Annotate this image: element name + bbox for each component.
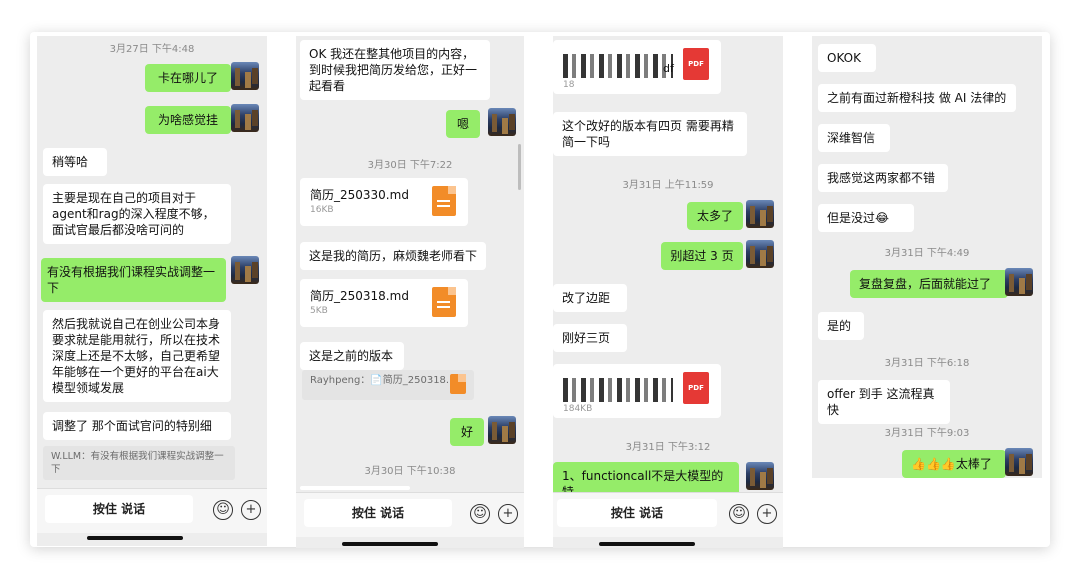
avatar[interactable] bbox=[488, 416, 516, 444]
input-bar: 按住 说话 ☺ + bbox=[37, 488, 267, 533]
message-bubble-received: 主要是现在自己的项目对于agent和rag的深入程度不够，面试官最后都没啥可问的 bbox=[43, 184, 231, 244]
avatar[interactable] bbox=[746, 462, 774, 490]
message-bubble-received: 改了边距 bbox=[553, 284, 627, 312]
redacted-filename bbox=[563, 54, 673, 78]
hold-to-talk-button[interactable]: 按住 说话 bbox=[45, 495, 193, 523]
chat-panel-2: OK 我还在整其他项目的内容，到时候我把简历发给您，正好一起看看 嗯 3月30日… bbox=[296, 36, 524, 548]
message-bubble-received: 但是没过😂 bbox=[818, 204, 914, 232]
timestamp: 3月31日 上午11:59 bbox=[622, 180, 714, 191]
avatar[interactable] bbox=[1005, 268, 1033, 296]
chat-panel-3: df 18 PDF 这个改好的版本有四页 需要再精简一下吗 3月31日 上午11… bbox=[553, 36, 783, 548]
avatar[interactable] bbox=[746, 200, 774, 228]
emoji-icon[interactable]: ☺ bbox=[729, 504, 749, 524]
message-bubble-received: OKOK bbox=[818, 44, 876, 72]
message-bubble-received: 是的 bbox=[818, 312, 864, 340]
redacted-filename bbox=[563, 378, 673, 402]
timestamp: 3月30日 下午7:22 bbox=[367, 160, 453, 171]
message-bubble-received: 深维智信 bbox=[818, 124, 890, 152]
timestamp: 3月31日 下午6:18 bbox=[884, 358, 970, 369]
file-message[interactable]: 简历_250318.md 5KB bbox=[300, 279, 468, 327]
file-size: 184KB bbox=[563, 404, 593, 414]
file-message[interactable]: 简历_250330.md 16KB bbox=[300, 178, 468, 226]
home-indicator bbox=[342, 542, 438, 546]
home-indicator bbox=[599, 542, 695, 546]
message-bubble-received: offer 到手 这流程真快 bbox=[818, 380, 950, 424]
pdf-file-message[interactable]: 184KB PDF bbox=[553, 364, 721, 418]
avatar[interactable] bbox=[231, 62, 259, 90]
avatar[interactable] bbox=[488, 108, 516, 136]
message-bubble-sent: 太多了 bbox=[687, 202, 743, 230]
message-bubble-received: 之前有面过新橙科技 做 AI 法律的 bbox=[818, 84, 1016, 112]
chat-panel-1: 3月27日 下午4:48 卡在哪儿了 为啥感觉挂 稍等哈 主要是现在自己的项目对… bbox=[37, 36, 267, 546]
file-name-fragment: df bbox=[663, 62, 674, 75]
message-bubble-sent: 有没有根据我们课程实战调整一下 bbox=[41, 258, 226, 302]
timestamp: 3月31日 下午4:49 bbox=[884, 248, 970, 259]
message-bubble-received: 刚好三页 bbox=[553, 324, 627, 352]
hold-to-talk-button[interactable]: 按住 说话 bbox=[304, 499, 452, 527]
message-bubble-received: 我感觉这两家都不错 bbox=[818, 164, 948, 192]
pdf-icon: PDF bbox=[683, 372, 709, 404]
message-bubble-sent: 👍👍👍太棒了 bbox=[902, 450, 1006, 478]
avatar[interactable] bbox=[1005, 448, 1033, 476]
pdf-file-message[interactable]: df 18 PDF bbox=[553, 40, 721, 94]
document-icon bbox=[432, 287, 456, 317]
avatar[interactable] bbox=[231, 104, 259, 132]
file-size: 18 bbox=[563, 80, 575, 90]
home-indicator bbox=[87, 536, 183, 540]
message-bubble-received bbox=[300, 486, 410, 490]
timestamp: 3月31日 下午3:12 bbox=[625, 442, 711, 453]
document-icon bbox=[450, 374, 466, 394]
message-bubble-received: 稍等哈 bbox=[43, 148, 107, 176]
quoted-message: Rayhpeng：📄简历_250318.md bbox=[302, 370, 474, 400]
input-bar: 按住 说话 ☺ + bbox=[553, 492, 783, 537]
file-size: 5KB bbox=[310, 306, 328, 316]
message-bubble-received: 这个改好的版本有四页 需要再精简一下吗 bbox=[553, 112, 747, 156]
message-bubble-received: OK 我还在整其他项目的内容，到时候我把简历发给您，正好一起看看 bbox=[300, 40, 490, 100]
file-name: 简历_250330.md bbox=[310, 188, 409, 202]
message-bubble-sent: 卡在哪儿了 bbox=[145, 64, 231, 92]
avatar[interactable] bbox=[746, 240, 774, 268]
plus-icon[interactable]: + bbox=[498, 504, 518, 524]
message-bubble-received: 然后我就说自己在创业公司本身要求就是能用就行，所以在技术深度上还是不太够，自己更… bbox=[43, 310, 231, 402]
file-name: 简历_250318.md bbox=[310, 289, 409, 303]
timestamp: 3月30日 下午10:38 bbox=[364, 466, 456, 477]
timestamp: 3月31日 下午9:03 bbox=[884, 428, 970, 439]
plus-icon[interactable]: + bbox=[757, 504, 777, 524]
message-bubble-received: 这是我的简历，麻烦魏老师看下 bbox=[300, 242, 486, 270]
message-bubble-sent: 好 bbox=[450, 418, 484, 446]
avatar[interactable] bbox=[231, 256, 259, 284]
document-icon bbox=[432, 186, 456, 216]
message-bubble-received: 这是之前的版本 bbox=[300, 342, 404, 370]
message-bubble-sent: 为啥感觉挂 bbox=[145, 106, 231, 134]
message-bubble-sent: 别超过 3 页 bbox=[661, 242, 743, 270]
emoji-icon[interactable]: ☺ bbox=[213, 500, 233, 520]
message-bubble-sent: 嗯 bbox=[446, 110, 480, 138]
plus-icon[interactable]: + bbox=[241, 500, 261, 520]
chat-panel-4: OKOK 之前有面过新橙科技 做 AI 法律的 深维智信 我感觉这两家都不错 但… bbox=[812, 36, 1042, 478]
input-bar: 按住 说话 ☺ + bbox=[296, 492, 524, 537]
timestamp: 3月27日 下午4:48 bbox=[109, 44, 195, 55]
pdf-icon: PDF bbox=[683, 48, 709, 80]
hold-to-talk-button[interactable]: 按住 说话 bbox=[557, 499, 717, 527]
file-size: 16KB bbox=[310, 205, 334, 215]
emoji-icon[interactable]: ☺ bbox=[470, 504, 490, 524]
quoted-message: W.LLM：有没有根据我们课程实战调整一下 bbox=[43, 446, 235, 480]
message-bubble-sent: 复盘复盘，后面就能过了 bbox=[850, 270, 1008, 298]
message-bubble-received: 调整了 那个面试官问的特别细 bbox=[43, 412, 231, 440]
